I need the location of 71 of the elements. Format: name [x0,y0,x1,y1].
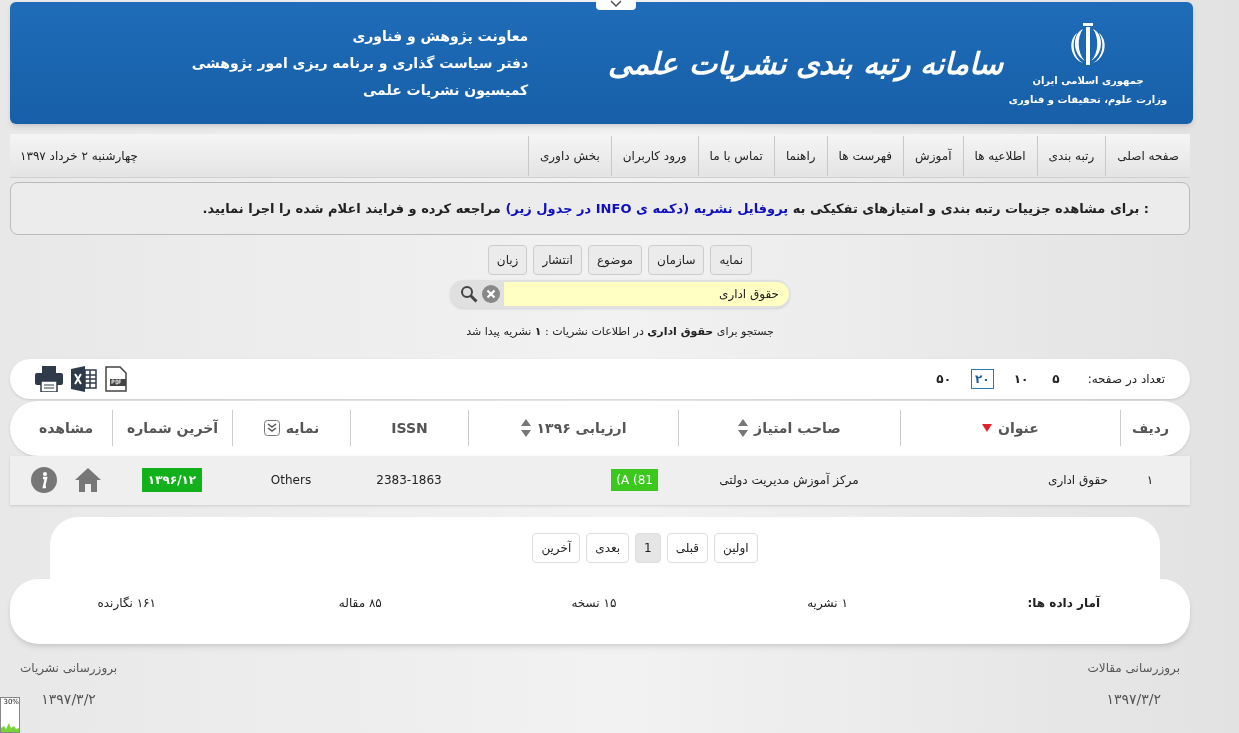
sort-icon[interactable] [738,419,749,437]
notice-text: : برای مشاهده جزییات رتبه بندی و امتیازهای تفکیکی به پروفایل نشریه (دکمه ی INFO در جدول زیر) مراجعه کرده و فرایند اعلام شده را اجرا نمایید. [202,199,1149,219]
stat-value: ۸۵ مقاله [337,594,383,612]
organization-line: کمیسیون نشریات علمی [361,80,529,101]
filter-button[interactable]: انتشار [533,245,582,275]
nav-link[interactable]: بخش داوری [527,135,611,176]
chevrons-down-icon[interactable] [263,420,280,436]
page-size-label: تعداد در صفحه: [1087,370,1165,388]
filter-button[interactable]: زبان [487,245,528,275]
column-header[interactable]: ارزیابی ۱۳۹۶ [536,417,627,439]
pagination-button[interactable]: قبلی [666,532,709,563]
filter-button[interactable]: نمایه [710,245,753,275]
chevron-down-icon[interactable] [610,0,622,7]
page-size-option[interactable]: ۱۰ [1009,368,1033,389]
spreadsheet-icon[interactable] [71,365,97,392]
clear-icon[interactable] [482,285,500,303]
filter-button[interactable]: موضوع [587,245,643,275]
nav-link[interactable]: اطلاعیه ها [962,135,1037,176]
column-header[interactable]: ISSN [391,417,428,439]
emblem-caption: جمهوری اسلامی ایران [1032,74,1144,88]
filter-button[interactable]: سازمان [648,245,705,275]
column-header[interactable]: مشاهده [38,417,94,439]
ministry-name: وزارت علوم، تحقیقات و فناوری [1008,93,1168,107]
pagination-button[interactable]: بعدی [586,532,630,563]
profile-link[interactable]: پروفایل نشریه (دکمه ی INFO در جدول زیر) [505,200,789,216]
page-size-option[interactable]: ۵۰ [932,368,955,389]
update-label: بروزرسانی مقالات [1087,659,1180,677]
update-date: ۱۳۹۷/۳/۲ [41,689,96,709]
rating-badge: (A (81 [611,469,658,491]
column-header[interactable]: صاحب امتیاز [754,417,841,439]
stat-value: ۱ نشریه [806,594,849,612]
table-cell-text: Others [270,472,312,489]
table-cell-text: حقوق اداری [1048,472,1108,489]
column-header[interactable]: نمایه [285,417,320,439]
column-header[interactable]: آخرین شماره [126,417,219,439]
organization-line: معاونت پژوهش و فناوری [351,26,529,47]
nav-link[interactable]: ورود کاربران [610,135,698,176]
site-title: سامانه رتبه بندی نشریات علمی [608,44,1003,84]
collapse-tab[interactable] [596,0,636,10]
nav-link[interactable]: فهرست ها [826,135,904,176]
stat-value: ۱۶۱ نگارنده [96,594,157,612]
sort-icon[interactable] [520,419,531,437]
print-icon[interactable] [35,365,63,392]
table-cell-text: 2383-1863 [376,472,442,489]
update-label: بروزرسانی نشریات [20,659,118,677]
sort-descending-icon[interactable] [982,424,993,432]
nav-link[interactable]: صفحه اصلی [1105,135,1190,176]
column-header[interactable]: عنوان [998,417,1039,439]
nav-link[interactable]: رتبه بندی [1036,135,1106,176]
current-date: چهارشنبه ۲ خرداد ۱۳۹۷ [20,147,138,165]
page-size-option[interactable]: ۵ [1048,368,1064,389]
nav-link[interactable]: آموزش [903,135,963,176]
pagination-button[interactable]: اولین [714,532,758,563]
table-cell-text: ۱ [1146,472,1154,489]
search-result-text: جستجو برای حقوق اداری در اطلاعات نشریات : ۱ نشریه پیدا شد [466,324,774,340]
column-header[interactable]: ردیف [1131,417,1170,439]
pdf-icon[interactable] [105,365,127,392]
nav-link[interactable]: راهنما [773,135,827,176]
home-icon[interactable] [75,468,101,492]
pagination-button[interactable]: 1 [635,532,661,563]
organization-line: دفتر سیاست گذاری و برنامه ریزی امور پژوهشی [191,53,529,74]
page-size-option[interactable]: ۲۰ [971,368,994,389]
info-icon[interactable] [31,467,57,493]
nav-link[interactable]: تماس با ما [697,135,774,176]
stat-value: ۱۵ نسخه [570,594,618,612]
stats-label: آمار داده ها: [1026,594,1100,612]
update-date: ۱۳۹۷/۳/۲ [1106,689,1162,709]
search-field[interactable]: حقوق اداری [450,280,790,308]
search-icon[interactable] [460,285,478,303]
table-cell: مرکز آموزش مدیریت دولتی [719,471,859,489]
pagination-button[interactable]: آخرین [532,532,581,563]
